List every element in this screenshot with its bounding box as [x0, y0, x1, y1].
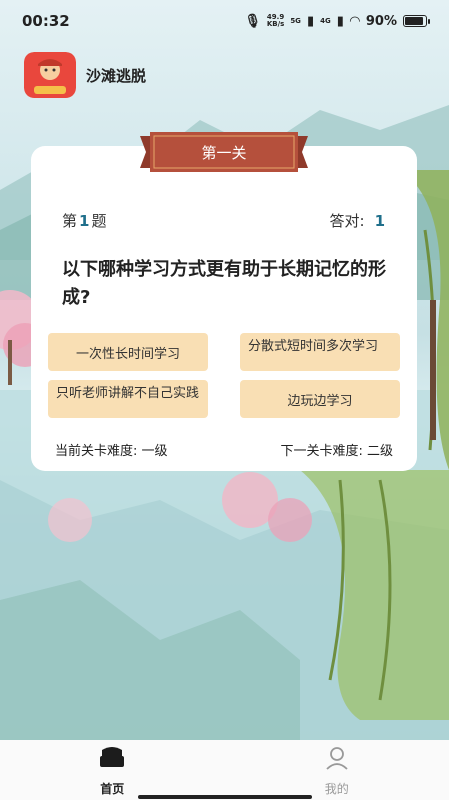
option-2-button[interactable]: 分散式短时间多次学习	[240, 333, 400, 371]
signal-5g-icon: 5G	[290, 16, 301, 25]
option-1-button[interactable]: 一次性长时间学习	[48, 333, 208, 371]
level-title: 第一关	[201, 143, 247, 162]
option-4-button[interactable]: 边玩边学习	[240, 380, 400, 418]
nav-home[interactable]: 首页	[0, 740, 225, 800]
next-difficulty: 下一关卡难度: 二级	[280, 444, 393, 459]
nav-profile[interactable]: 我的	[225, 740, 449, 800]
nav-home-label: 首页	[100, 782, 125, 796]
network-speed: 49.9 KB/s	[266, 13, 285, 28]
option-3-button[interactable]: 只听老师讲解不自己实践	[48, 380, 208, 418]
app-title: 沙滩逃脱	[86, 66, 147, 85]
status-time: 00:32	[22, 12, 70, 30]
question-number: 第1题	[62, 212, 107, 230]
correct-count: 答对: 1	[329, 212, 386, 230]
signal-4g-icon: 4G	[320, 16, 331, 25]
app-header: 沙滩逃脱	[24, 52, 146, 98]
battery-percent: 90%	[365, 13, 397, 29]
nav-profile-label: 我的	[324, 782, 349, 796]
current-difficulty: 当前关卡难度: 一级	[55, 444, 168, 459]
status-bar: 00:32 🎙 49.9 KB/s 5G ▮ 4G ▮ ◠ 90%	[0, 0, 449, 42]
battery-icon	[403, 15, 430, 27]
level-banner: 第一关	[140, 132, 308, 172]
app-logo[interactable]	[24, 52, 76, 98]
signal-bars-icon-2: ▮	[336, 13, 344, 29]
home-icon	[98, 746, 126, 774]
profile-icon	[325, 746, 349, 774]
question-text: 以下哪种学习方式更有助于长期记忆的形成?	[62, 259, 386, 308]
mic-icon: 🎙	[244, 13, 261, 29]
wifi-icon: ◠	[349, 13, 360, 29]
home-indicator	[138, 795, 312, 799]
bottom-nav: 首页 我的	[0, 740, 449, 800]
signal-bars-icon: ▮	[306, 13, 315, 29]
